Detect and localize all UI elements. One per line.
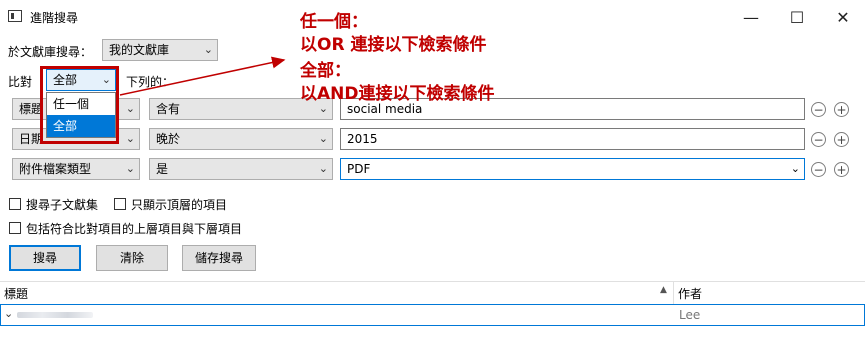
annotation-line-1: 任一個： [300,12,368,32]
annotation-line-4: 以AND連接以下檢索條件 [300,84,495,104]
annotation-line-3: 全部： [300,61,351,81]
annotation-line-2: 以OR 連接以下檢索條件 [300,35,487,55]
